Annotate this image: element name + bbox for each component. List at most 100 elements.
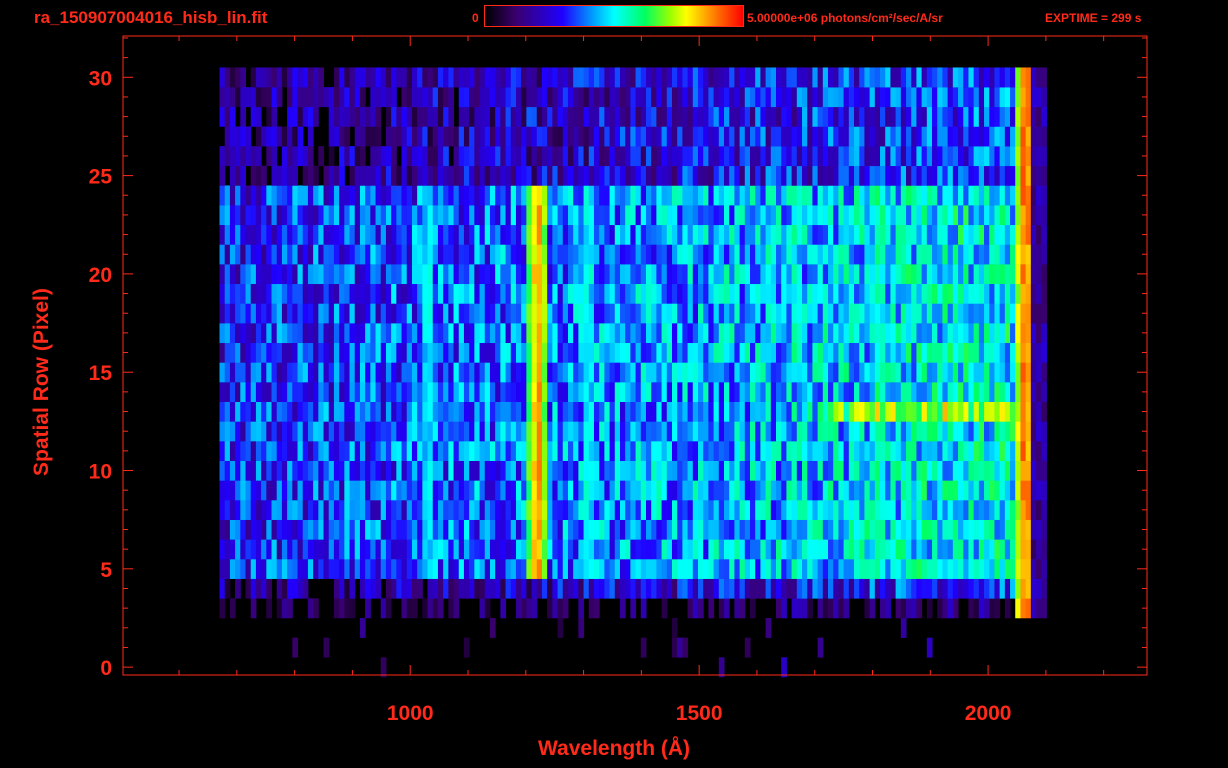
heatmap-cell [776,558,782,579]
heatmap-cell [921,558,928,579]
heatmap-cell [604,362,611,383]
heatmap-cell [370,146,377,167]
heatmap-cell [671,126,678,147]
heatmap-cell [557,460,564,481]
heatmap-cell [599,342,605,363]
heatmap-cell [557,362,564,383]
heatmap-cell [776,146,782,167]
heatmap-cell [1036,165,1042,186]
heatmap-cell [651,87,657,108]
heatmap-cell [692,185,699,206]
heatmap-cell [932,106,938,127]
heatmap-cell [651,323,657,344]
heatmap-cell [911,126,917,147]
heatmap-cell [219,362,226,383]
heatmap-cell [333,598,340,619]
heatmap-cell [261,401,267,422]
heatmap-cell [1004,460,1011,481]
heatmap-cell [515,362,522,383]
heatmap-cell [536,165,543,186]
heatmap-cell [900,401,907,422]
heatmap-cell [989,500,995,520]
heatmap-cell [671,617,678,638]
heatmap-cell [978,126,985,147]
heatmap-cell [661,421,668,442]
heatmap-cell [843,244,850,265]
heatmap-cell [791,480,798,501]
heatmap-cell [552,87,559,108]
heatmap-cell [250,460,257,481]
heatmap-cell [469,244,475,265]
heatmap-cell [1020,500,1027,520]
heatmap-cell [1015,558,1021,579]
heatmap-cell [1030,598,1037,619]
heatmap-cell [1004,303,1011,324]
heatmap-cell [531,146,538,167]
heatmap-cell [599,146,605,167]
heatmap-cell [323,637,330,658]
heatmap-cell [505,323,512,344]
heatmap-cell [796,480,803,501]
heatmap-cell [349,205,356,226]
heatmap-cell [911,441,917,461]
heatmap-cell [723,382,730,403]
heatmap-cell [547,106,553,127]
heatmap-cell [989,342,995,363]
heatmap-cell [235,224,241,245]
heatmap-cell [713,362,720,383]
heatmap-cell [328,185,335,206]
heatmap-cell [354,303,361,324]
heatmap-cell [729,106,735,127]
heatmap-cell [1004,106,1011,127]
heatmap-cell [1015,264,1021,285]
heatmap-cell [744,323,751,344]
heatmap-cell [531,205,538,226]
heatmap-cell [281,401,288,422]
heatmap-cell [333,303,340,324]
heatmap-cell [656,264,663,285]
heatmap-cell [219,519,226,540]
heatmap-cell [677,224,683,245]
heatmap-cell [833,165,839,186]
heatmap-cell [677,205,683,226]
heatmap-cell [723,401,730,422]
heatmap-cell [692,87,699,108]
heatmap-cell [999,87,1006,108]
heatmap-cell [692,460,699,481]
heatmap-cell [708,598,715,619]
heatmap-cell [744,146,751,167]
heatmap-cell [833,244,839,265]
heatmap-cell [437,401,444,422]
heatmap-cell [354,382,361,403]
heatmap-cell [791,519,798,540]
heatmap-cell [895,224,902,245]
heatmap-cell [510,87,517,108]
heatmap-cell [583,500,590,520]
heatmap-cell [229,598,236,619]
heatmap-cell [557,558,564,579]
heatmap-cell [318,87,325,108]
heatmap-cell [489,617,496,638]
heatmap-cell [432,165,439,186]
heatmap-cell [484,146,491,167]
heatmap-cell [651,539,657,560]
heatmap-cell [1020,480,1027,501]
heatmap-cell [453,401,460,422]
heatmap-cell [328,382,335,403]
heatmap-cell [328,519,335,540]
heatmap-cell [229,67,236,88]
heatmap-cell [708,106,715,127]
heatmap-cell [385,480,392,501]
heatmap-cell [812,67,819,88]
heatmap-cell [604,67,611,88]
heatmap-cell [697,441,704,461]
heatmap-cell [604,126,611,147]
heatmap-cell [651,441,657,461]
heatmap-cell [807,382,813,403]
heatmap-cell [755,126,761,147]
heatmap-cell [984,519,990,540]
heatmap-cell [515,87,522,108]
heatmap-cell [271,165,278,186]
heatmap-cell [843,323,850,344]
heatmap-cell [885,598,891,619]
